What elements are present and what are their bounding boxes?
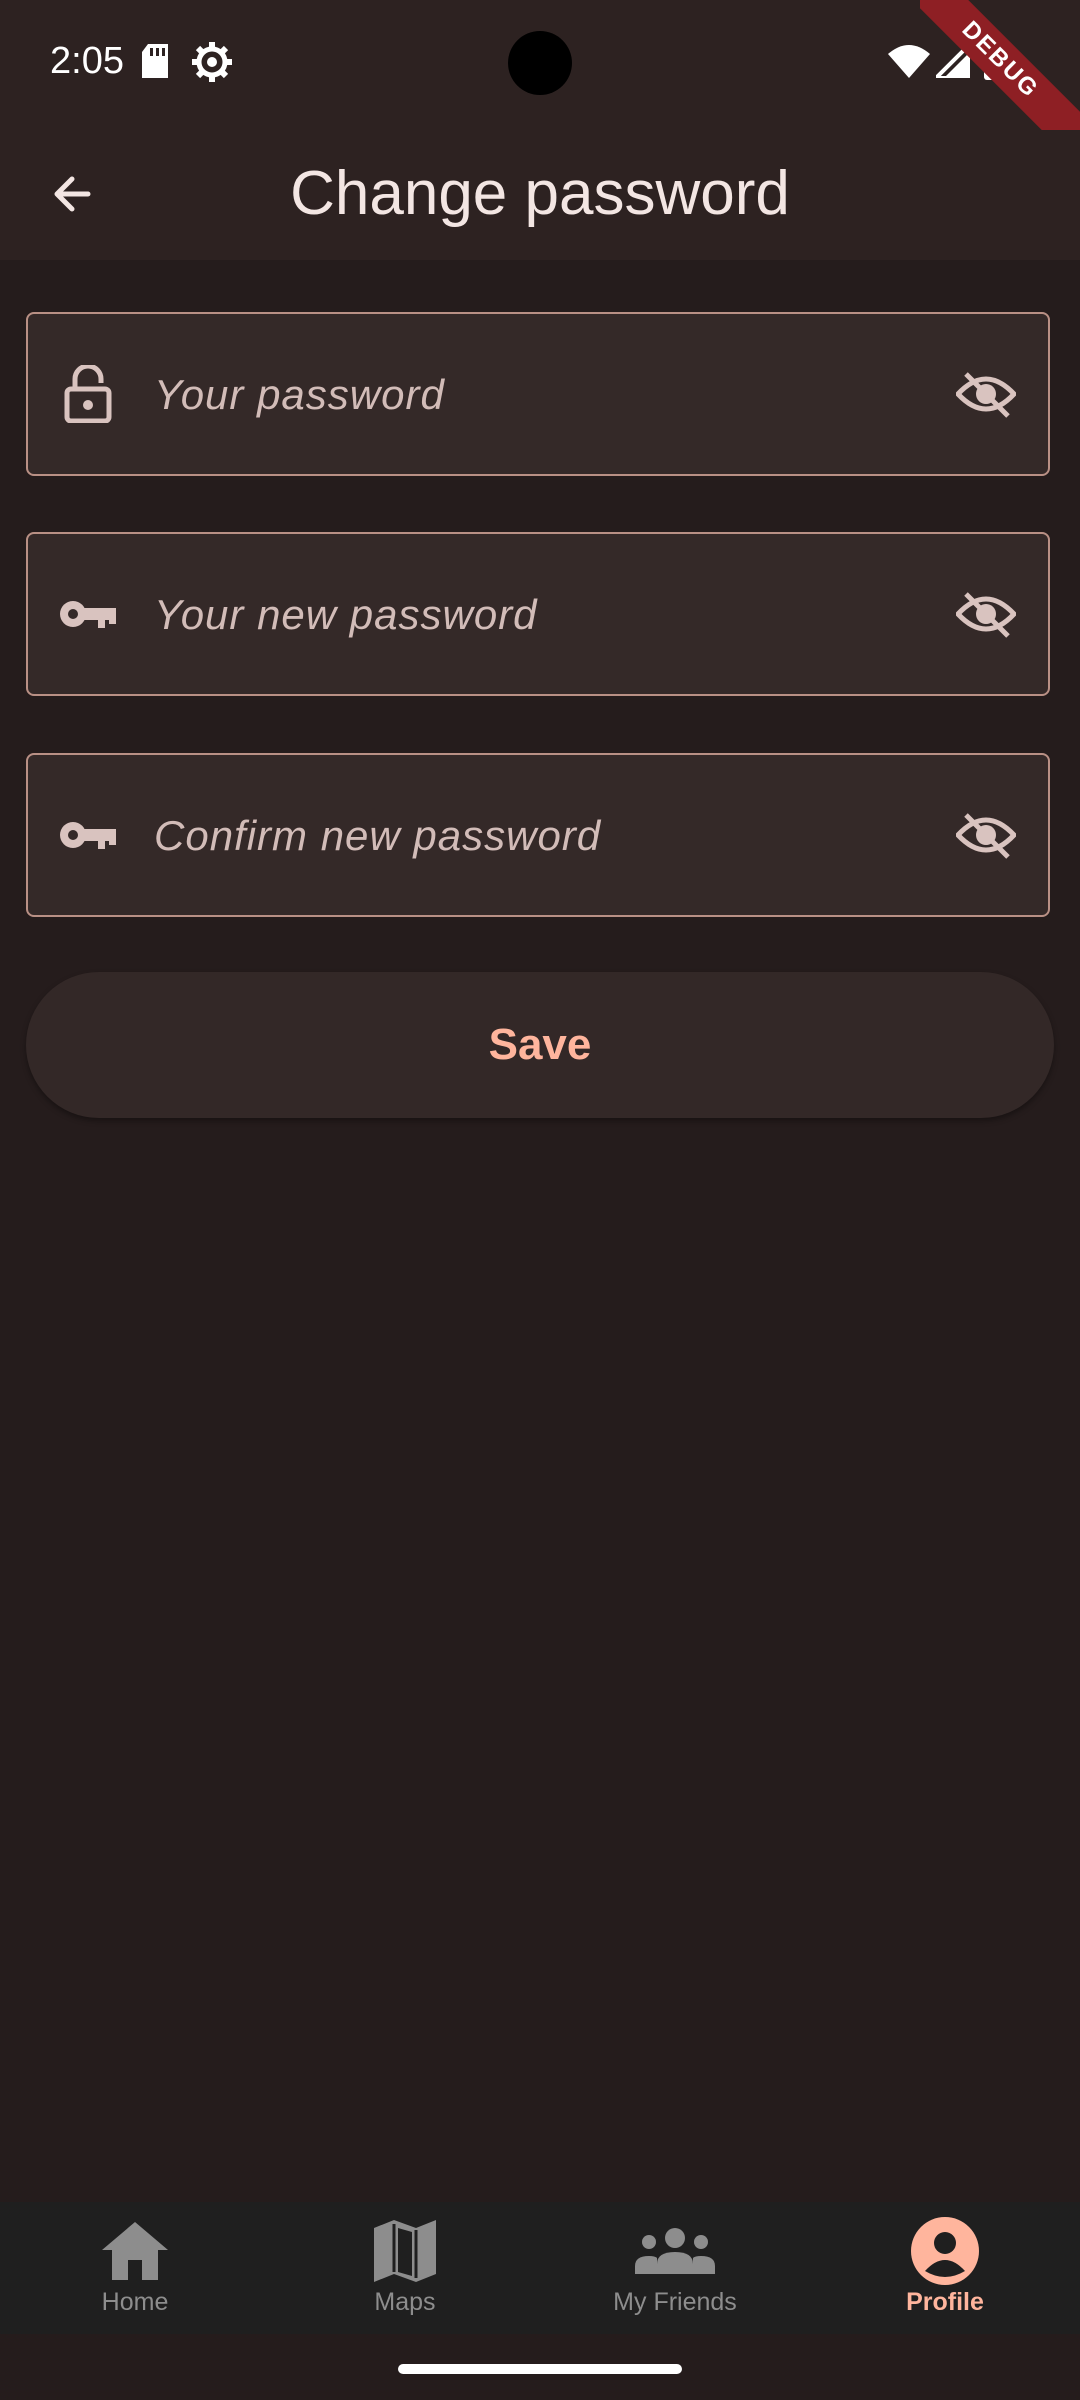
page-title: Change password <box>290 159 790 228</box>
visibility-off-icon[interactable] <box>954 364 1018 424</box>
new-password-input[interactable] <box>152 534 936 696</box>
key-icon <box>58 584 118 644</box>
nav-label-profile: Profile <box>906 2288 984 2316</box>
bottom-navigation: Home Maps My Friends Profile <box>0 2202 1080 2334</box>
nav-item-my-friends[interactable]: My Friends <box>540 2202 810 2334</box>
nav-label-home: Home <box>101 2288 169 2316</box>
account-circle-icon <box>911 2216 979 2286</box>
people-icon <box>635 2216 715 2286</box>
status-time: 2:05 <box>50 40 124 82</box>
confirm-password-field[interactable] <box>26 753 1050 917</box>
status-bar: 2:05 <box>0 0 1080 130</box>
app-bar: Change password <box>0 130 1080 260</box>
nav-item-home[interactable]: Home <box>0 2202 270 2334</box>
new-password-field[interactable] <box>26 532 1050 696</box>
key-icon <box>58 805 118 865</box>
home-icon <box>102 2216 168 2286</box>
gesture-area <box>0 2334 1080 2400</box>
confirm-password-input[interactable] <box>152 755 936 917</box>
nav-label-my-friends: My Friends <box>613 2288 737 2316</box>
current-password-field[interactable] <box>26 312 1050 476</box>
gesture-handle[interactable] <box>398 2364 682 2374</box>
map-icon <box>374 2216 436 2286</box>
visibility-off-icon[interactable] <box>954 805 1018 865</box>
current-password-input[interactable] <box>152 314 936 476</box>
sd-card-icon <box>140 44 170 83</box>
gear-icon <box>192 42 232 87</box>
camera-cutout <box>508 31 572 95</box>
nav-item-maps[interactable]: Maps <box>270 2202 540 2334</box>
nav-item-profile[interactable]: Profile <box>810 2202 1080 2334</box>
visibility-off-icon[interactable] <box>954 584 1018 644</box>
nav-label-maps: Maps <box>374 2288 436 2316</box>
lock-open-icon <box>58 364 118 424</box>
save-button[interactable]: Save <box>26 972 1054 1118</box>
